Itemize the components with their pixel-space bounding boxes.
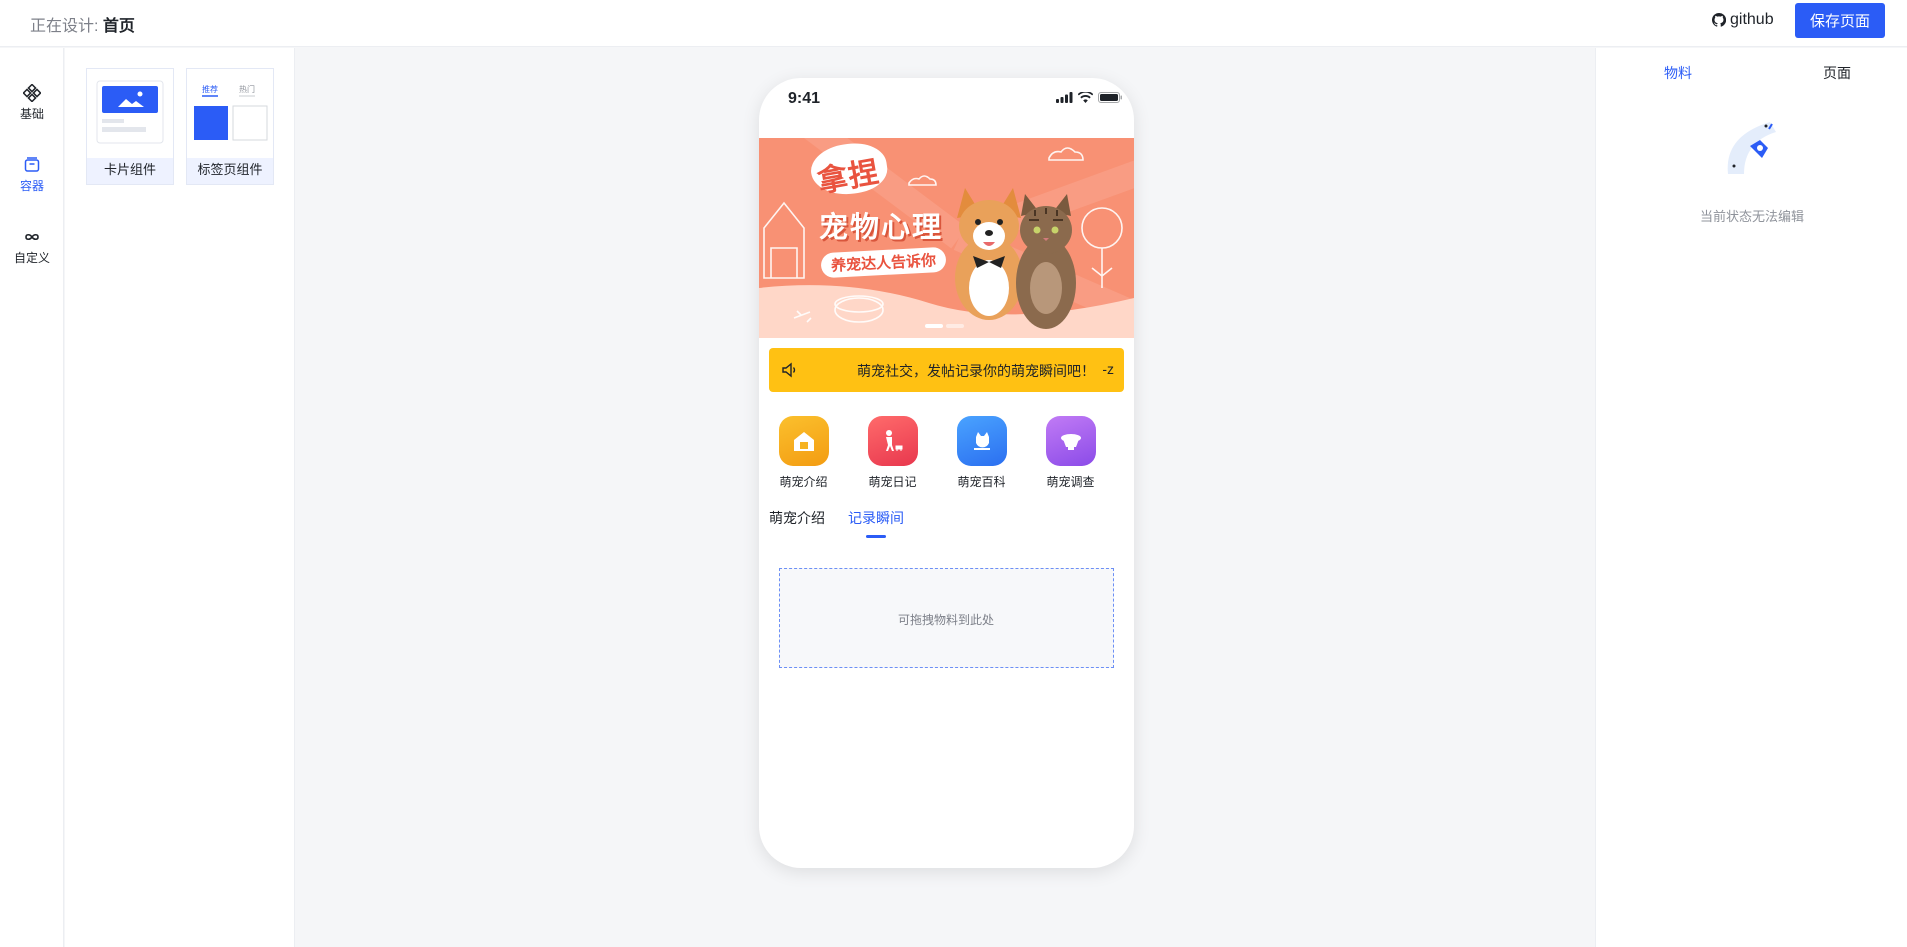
battery-icon xyxy=(1098,92,1122,103)
container-box-icon xyxy=(24,157,40,172)
tab-preview-hot: 热门 xyxy=(239,84,255,94)
grid-label: 萌宠日记 xyxy=(868,475,917,489)
github-label: github xyxy=(1730,11,1774,28)
pagination-dot[interactable] xyxy=(946,324,964,328)
card-component-label: 卡片组件 xyxy=(103,162,156,177)
card-component-icon xyxy=(87,69,173,158)
save-page-button[interactable]: 保存页面 xyxy=(1795,3,1885,38)
walking-dog-icon xyxy=(867,416,918,466)
pet-bowl-icon xyxy=(1045,416,1096,466)
rail-item-container[interactable]: 容器 xyxy=(0,156,64,194)
drop-zone-text: 可拖拽物料到此处 xyxy=(897,613,994,627)
empty-state-icon xyxy=(1727,122,1776,174)
status-icons xyxy=(1056,92,1122,103)
drop-zone[interactable]: 可拖拽物料到此处 xyxy=(779,568,1114,668)
nav-grid: 萌宠介绍 萌宠日记 萌宠百科 萌宠调查 xyxy=(759,416,1134,496)
github-link[interactable]: github xyxy=(1712,11,1774,29)
grid-label: 萌宠百科 xyxy=(957,475,1006,489)
top-header: 正在设计: 首页 github 保存页面 xyxy=(0,0,1907,47)
speaker-icon xyxy=(782,362,796,378)
wifi-icon xyxy=(1078,92,1093,103)
banner-title: 宠物心理 xyxy=(819,212,944,244)
notice-text: 萌宠社交，发帖记录你的萌宠瞬间吧！ xyxy=(857,363,1095,379)
banner-pagination xyxy=(925,324,964,328)
properties-panel: 物料 页面 当前状态无法编辑 xyxy=(1595,48,1907,947)
grid-item-pet-diary[interactable]: 萌宠日记 xyxy=(848,416,937,490)
cat-icon xyxy=(956,416,1007,466)
rail-label: 基础 xyxy=(19,107,44,121)
infinity-icon xyxy=(25,233,39,241)
pet-house-icon xyxy=(778,416,829,466)
tab-preview-recommend: 推荐 xyxy=(202,84,218,94)
grid-item-pet-wiki[interactable]: 萌宠百科 xyxy=(937,416,1026,490)
signal-icon xyxy=(1056,92,1073,103)
github-icon xyxy=(1712,13,1726,27)
design-status: 正在设计: 首页 xyxy=(30,12,135,36)
tab-page[interactable]: 页面 xyxy=(1823,63,1851,83)
tabs-component-label: 标签页组件 xyxy=(197,162,263,177)
promo-banner[interactable]: 拿捏 宠物心理 养宠达人告诉你 xyxy=(759,138,1134,338)
tab-materials[interactable]: 物料 xyxy=(1664,63,1692,83)
status-time: 9:41 xyxy=(788,90,821,107)
grid-label: 萌宠介绍 xyxy=(779,475,828,489)
tab-record-moments[interactable]: 记录瞬间 xyxy=(848,508,904,528)
category-rail: 基础 容器 自定义 xyxy=(0,48,64,947)
notice-trailing: -z xyxy=(1102,361,1114,377)
rail-item-custom[interactable]: 自定义 xyxy=(0,228,64,266)
rail-label: 容器 xyxy=(19,179,44,193)
empty-state-text: 当前状态无法编辑 xyxy=(1699,209,1804,224)
notice-bar[interactable]: 萌宠社交，发帖记录你的萌宠瞬间吧！ -z xyxy=(769,348,1124,392)
pagination-dot-active[interactable] xyxy=(925,324,943,328)
rail-label: 自定义 xyxy=(13,251,50,265)
grid-label: 萌宠调查 xyxy=(1046,475,1095,489)
content-tabs: 萌宠介绍 记录瞬间 xyxy=(759,508,1134,544)
page-name: 首页 xyxy=(102,18,135,35)
rail-item-basic[interactable]: 基础 xyxy=(0,84,64,122)
tabs-component-item[interactable]: 推荐 热门 标签页组件 xyxy=(186,68,274,185)
phone-preview: 9:41 拿捏 宠物心理 养宠达人告诉你 萌宠社交，发帖记录你的萌宠瞬间吧！ -… xyxy=(759,78,1134,868)
tab-pet-intro[interactable]: 萌宠介绍 xyxy=(769,508,825,528)
tabs-component-icon: 推荐 热门 xyxy=(187,69,273,158)
card-component-item[interactable]: 卡片组件 xyxy=(86,68,174,185)
grid-diamond-icon xyxy=(23,84,41,102)
grid-item-pet-intro[interactable]: 萌宠介绍 xyxy=(759,416,848,490)
materials-panel: 卡片组件 推荐 热门 标签页组件 xyxy=(65,48,295,947)
designing-label: 正在设计: xyxy=(30,18,99,35)
active-tab-indicator xyxy=(866,535,886,538)
grid-item-pet-survey[interactable]: 萌宠调查 xyxy=(1026,416,1115,490)
